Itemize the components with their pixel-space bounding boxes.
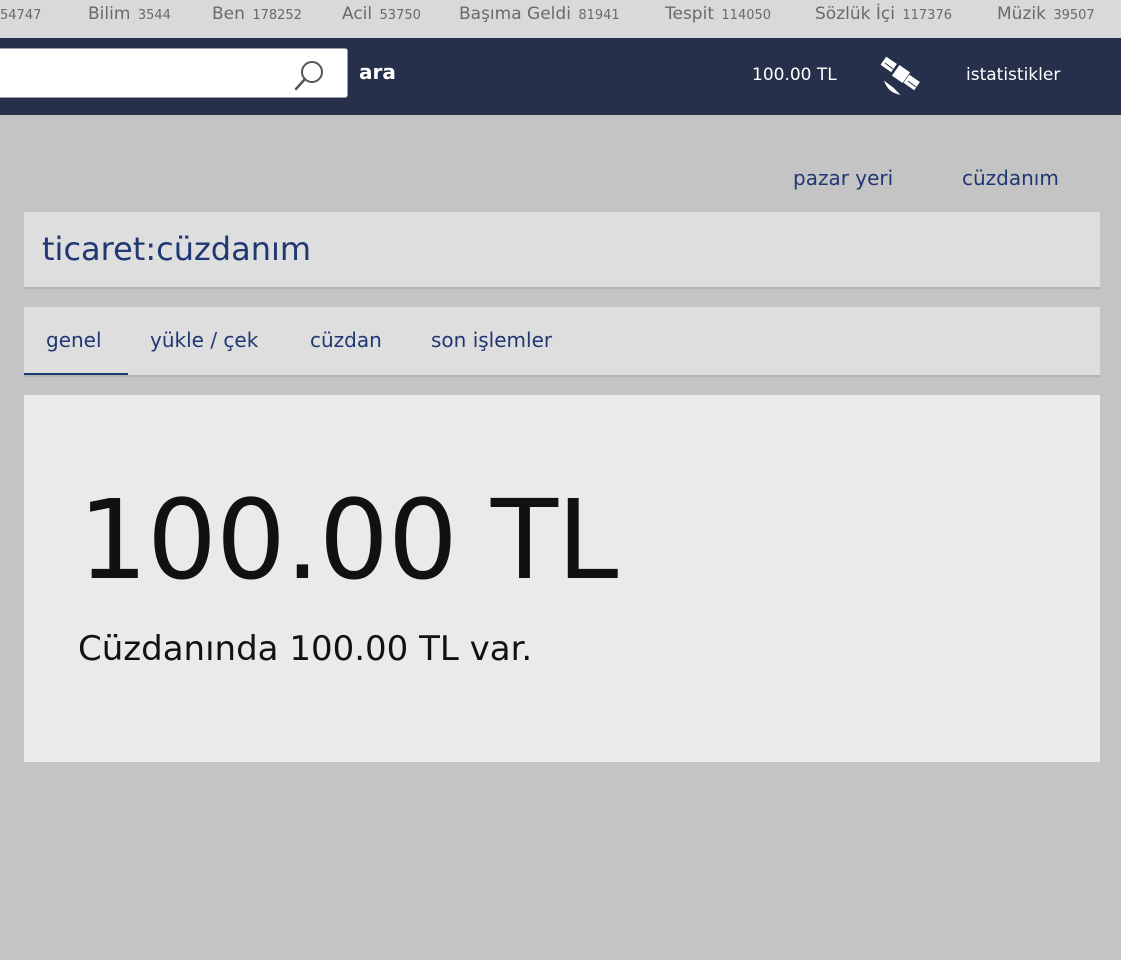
- statistics-link[interactable]: istatistikler: [966, 65, 1060, 85]
- channel-name: Bilim: [88, 4, 131, 24]
- channel-bar: 54747 Bilim 3544 Ben 178252 Acil 53750 B…: [0, 0, 1121, 38]
- channel-item[interactable]: Acil 53750: [342, 4, 421, 24]
- channel-name: Tespit: [665, 4, 714, 24]
- channel-item[interactable]: Ben 178252: [212, 4, 302, 24]
- page-title: ticaret:cüzdanım: [42, 230, 312, 268]
- header: ara 100.00 TL istatistikler: [0, 38, 1121, 115]
- active-tab-indicator: [24, 373, 128, 375]
- search-input[interactable]: [0, 49, 281, 97]
- balance-link[interactable]: 100.00 TL: [752, 65, 837, 85]
- tab-son-islemler[interactable]: son işlemler: [431, 328, 552, 352]
- channel-item[interactable]: Başıma Geldi 81941: [459, 4, 620, 24]
- channel-name: Müzik: [997, 4, 1046, 24]
- channel-name: Ben: [212, 4, 245, 24]
- search-box: [0, 48, 348, 98]
- channel-item[interactable]: Sözlük İçi 117376: [815, 4, 952, 24]
- channel-name: Acil: [342, 4, 373, 24]
- channel-count: 53750: [379, 8, 421, 23]
- search-button[interactable]: ara: [359, 60, 396, 84]
- search-icon[interactable]: [292, 57, 328, 93]
- channel-item[interactable]: Müzik 39507: [997, 4, 1095, 24]
- tab-cuzdan[interactable]: cüzdan: [310, 328, 382, 352]
- wallet-link[interactable]: cüzdanım: [962, 166, 1059, 190]
- channel-item[interactable]: 54747: [0, 4, 41, 24]
- channel-count: 81941: [578, 8, 620, 23]
- channel-item[interactable]: Bilim 3544: [88, 4, 171, 24]
- channel-count: 114050: [721, 8, 772, 23]
- channel-item[interactable]: Tespit 114050: [665, 4, 771, 24]
- tabs-bar: genel yükle / çek cüzdan son işlemler: [24, 307, 1100, 377]
- channel-name: Başıma Geldi: [459, 4, 571, 24]
- tab-yukle-cek[interactable]: yükle / çek: [150, 328, 258, 352]
- satellite-icon[interactable]: [879, 54, 925, 98]
- channel-count: 39507: [1053, 8, 1095, 23]
- balance-description: Cüzdanında 100.00 TL var.: [78, 629, 533, 669]
- channel-name: Sözlük İçi: [815, 4, 895, 24]
- wallet-panel: 100.00 TL Cüzdanında 100.00 TL var.: [24, 395, 1100, 762]
- channel-count: 117376: [902, 8, 952, 23]
- channel-count: 54747: [0, 8, 42, 23]
- tab-genel[interactable]: genel: [46, 328, 102, 352]
- channel-count: 3544: [137, 8, 171, 23]
- channel-count: 178252: [252, 8, 302, 23]
- market-link[interactable]: pazar yeri: [793, 166, 893, 190]
- wallet-balance: 100.00 TL: [78, 476, 618, 604]
- title-box: ticaret:cüzdanım: [24, 212, 1100, 289]
